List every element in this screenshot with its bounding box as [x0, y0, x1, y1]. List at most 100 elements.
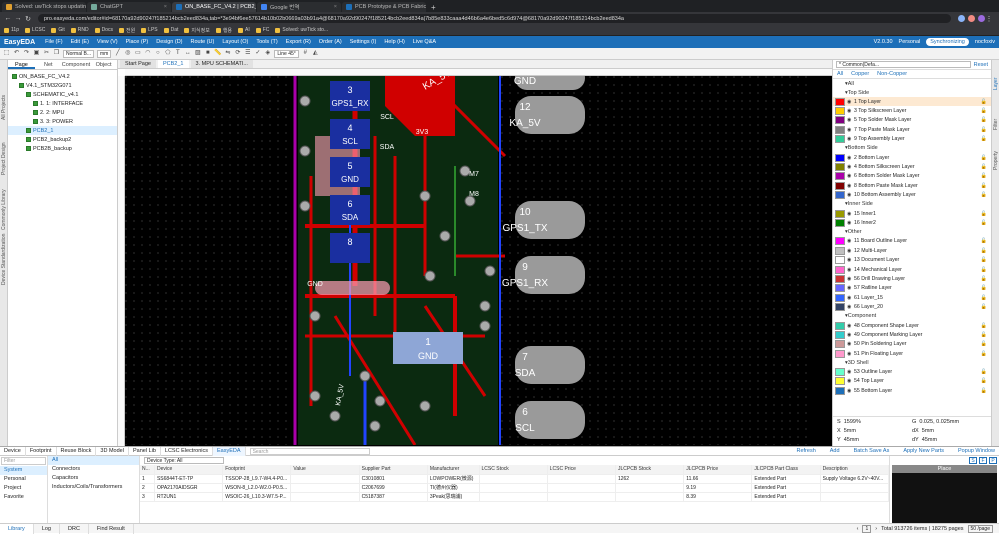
forward-icon[interactable]: → [14, 15, 22, 22]
lock-icon[interactable]: 🔓 [981, 323, 987, 329]
left-vertical-tab[interactable]: Project Design [1, 142, 7, 175]
tree-item[interactable]: PCB2B_backup [8, 144, 117, 153]
library-subcategory[interactable]: All [48, 456, 139, 465]
bookmark-item[interactable]: 전원 [118, 27, 135, 34]
document-tab[interactable]: 3. MPU SCHEMATI... [190, 60, 253, 68]
eye-icon[interactable]: ◉ [847, 108, 854, 114]
layer-row[interactable]: ◉ 8 Bottom Paste Mask Layer 🔓 [833, 181, 991, 190]
library-category[interactable]: Personal [0, 475, 47, 484]
fill-icon[interactable]: ■ [204, 50, 211, 57]
lock-icon[interactable]: 🔓 [981, 332, 987, 338]
layer-color-swatch[interactable] [835, 107, 845, 116]
layer-row[interactable]: ◉ 55 Bottom Layer 🔓 [833, 386, 991, 395]
menu-item[interactable]: Design (D) [156, 39, 182, 45]
layer-row[interactable]: ◉ 5 Top Solder Mask Layer 🔓 [833, 116, 991, 125]
bookmark-item[interactable]: LCSC [24, 27, 45, 33]
bookmark-item[interactable]: Solved: uwTick sto... [275, 27, 328, 33]
lock-icon[interactable]: 🔓 [981, 369, 987, 375]
layer-color-swatch[interactable] [835, 368, 845, 377]
layer-row[interactable]: ◉ 53 Outline Layer 🔓 [833, 367, 991, 377]
tree-item[interactable]: 2. 2: MPU [8, 108, 117, 117]
eye-icon[interactable]: ◉ [847, 136, 854, 142]
library-tab[interactable]: EasyEDA [213, 446, 246, 456]
menu-item[interactable]: Export (R) [286, 39, 311, 45]
lock-icon[interactable]: 🔓 [981, 99, 987, 105]
eye-icon[interactable]: ◉ [847, 164, 854, 170]
via[interactable] [359, 370, 371, 382]
eye-icon[interactable]: ◉ [847, 304, 854, 310]
layer-color-swatch[interactable] [835, 163, 845, 172]
text-icon[interactable]: T [174, 50, 181, 57]
right-vertical-tab[interactable]: Property [993, 151, 999, 170]
layer-color-swatch[interactable] [835, 172, 845, 181]
via[interactable] [479, 320, 491, 332]
lock-icon[interactable]: 🔓 [981, 238, 987, 244]
bookmark-item[interactable]: LPS [141, 27, 158, 33]
lock-icon[interactable]: 🔓 [981, 388, 987, 394]
rotate-icon[interactable]: ⟳ [234, 50, 241, 57]
eye-icon[interactable]: ◉ [847, 295, 854, 301]
browser-tab[interactable]: ON_BASE_FC_V4.2 | PCB2_1 | Ea...× [172, 2, 256, 12]
next-page-icon[interactable]: › [875, 526, 877, 532]
menu-item[interactable]: Layout (O) [222, 39, 248, 45]
lock-icon[interactable]: 🔓 [981, 164, 987, 170]
page-number[interactable]: 1 [862, 524, 872, 533]
vertical-ruler[interactable] [118, 76, 125, 446]
bookmark-item[interactable]: Git [51, 27, 65, 33]
extension-icon[interactable] [958, 15, 965, 22]
table-header[interactable]: Supplier Part [359, 465, 428, 475]
pcb-drawing[interactable]: 3 GPS1_RX 4 SCL 5 GND 6 SDA 8 12 KA_5V 10 GPS1_TX 9 G… [125, 76, 813, 445]
lock-icon[interactable]: 🔓 [981, 117, 987, 123]
eye-icon[interactable]: ◉ [847, 220, 854, 226]
eye-icon[interactable]: ◉ [847, 323, 854, 329]
layer-row[interactable]: ◉ 48 Component Shape Layer 🔓 [833, 321, 991, 330]
table-row[interactable]: 2 OPA2170AIDSGR WSON-8_L2.0-W2.0-P0.5... C2… [140, 483, 889, 493]
layer-row[interactable]: ◉ 6 Bottom Solder Mask Layer 🔓 [833, 172, 991, 181]
bookmark-item[interactable]: 지식정보 [184, 27, 210, 34]
via[interactable] [374, 395, 386, 407]
menu-item[interactable]: File (F) [45, 39, 62, 45]
lock-icon[interactable]: 🔓 [981, 173, 987, 179]
table-row[interactable]: 1 SS6844T-ET-TP TSSOP-28_L9.7-W4.4-P0... C3… [140, 474, 889, 484]
layer-color-swatch[interactable] [835, 153, 845, 162]
layer-color-swatch[interactable] [835, 209, 845, 218]
left-panel-tab[interactable]: Page [8, 60, 35, 69]
layer-reset-button[interactable]: Reset [974, 62, 988, 68]
library-tab[interactable]: 3D Model [96, 446, 129, 456]
tree-item[interactable]: PCB2_backup2 [8, 135, 117, 144]
layer-group-header[interactable]: ▾ Other [833, 228, 991, 237]
via[interactable] [419, 400, 431, 412]
browser-tab[interactable]: ChatGPT × [87, 2, 171, 12]
copy-icon[interactable]: ❐ [53, 50, 60, 57]
table-header[interactable]: Device [154, 465, 224, 475]
layer-color-swatch[interactable] [835, 256, 845, 265]
layer-row[interactable]: ◉ 2 Bottom Layer 🔓 [833, 153, 991, 162]
tree-item[interactable]: V4.1_STM32G071 [8, 81, 117, 90]
plan-label[interactable]: Personal [899, 39, 921, 45]
document-tab[interactable]: Start Page [120, 60, 156, 68]
eye-icon[interactable]: ◉ [847, 211, 854, 217]
menu-item[interactable]: Route (U) [191, 39, 215, 45]
preview-tab[interactable]: F [979, 457, 987, 464]
eye-icon[interactable]: ◉ [847, 192, 854, 198]
device-type-select[interactable]: Device Type: All [144, 457, 224, 464]
layer-color-swatch[interactable] [835, 97, 845, 106]
align-icon[interactable]: ☰ [244, 50, 251, 57]
circle-icon[interactable]: ○ [154, 50, 161, 57]
eye-icon[interactable]: ◉ [847, 173, 854, 179]
line-angle-select[interactable]: Line 45° [274, 49, 299, 58]
menu-item[interactable]: Help (H) [384, 39, 404, 45]
layer-row[interactable]: ◉ 56 Drill Drawing Layer 🔓 [833, 274, 991, 283]
right-vertical-tab[interactable]: Layer [993, 77, 999, 90]
library-tab[interactable]: LCSC Electronics [161, 446, 214, 456]
bookmark-item[interactable]: 행용 [215, 27, 232, 34]
lock-icon[interactable]: 🔓 [981, 220, 987, 226]
layer-group-header[interactable]: ▾ Inner Side [833, 200, 991, 209]
new-tab-button[interactable]: + [431, 3, 436, 12]
layer-row[interactable]: ◉ 7 Top Paste Mask Layer 🔓 [833, 125, 991, 134]
eye-icon[interactable]: ◉ [847, 99, 854, 105]
layer-row[interactable]: ◉ 3 Top Silkscreen Layer 🔓 [833, 106, 991, 116]
layer-group-header[interactable]: ▾ Component [833, 312, 991, 321]
polygon-icon[interactable]: ⬠ [164, 50, 171, 57]
layer-group-header[interactable]: ▾ Bottom Side [833, 144, 991, 153]
